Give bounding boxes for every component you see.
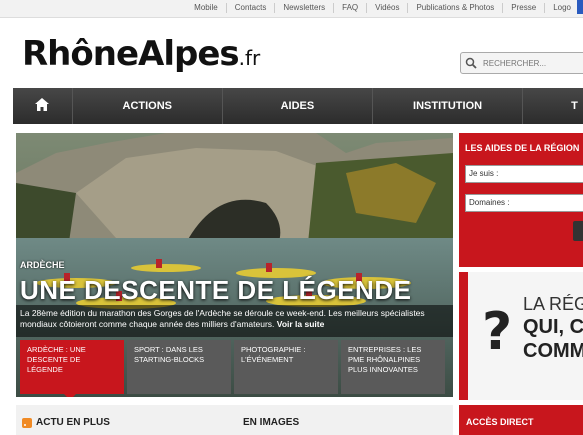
promo-line-3: COMM xyxy=(523,340,583,362)
nav-item-actions[interactable]: ACTIONS xyxy=(72,88,223,124)
promo-line-1: LA RÉG xyxy=(523,294,583,314)
rss-icon[interactable] xyxy=(22,417,32,428)
hero-tile-3[interactable]: PHOTOGRAPHIE : L'ÉVÉNEMENT xyxy=(234,340,338,394)
section-images: EN IMAGES xyxy=(243,417,299,428)
language-flag-icon[interactable] xyxy=(577,0,583,14)
site-logo[interactable]: RhôneAlpes.fr xyxy=(22,34,260,74)
utility-link-videos[interactable]: Vidéos xyxy=(366,3,407,13)
utility-link-newsletters[interactable]: Newsletters xyxy=(274,3,333,13)
utility-links: Mobile Contacts Newsletters FAQ Vidéos P… xyxy=(186,3,579,13)
main-nav: ACTIONS AIDES INSTITUTION T xyxy=(13,88,583,124)
hero-description: La 28ème édition du marathon des Gorges … xyxy=(16,305,453,337)
hero-tiles: ARDÈCHE : UNE DESCENTE DE LÉGENDE SPORT … xyxy=(20,340,448,397)
aides-panel: LES AIDES DE LA RÉGION Je suis : Domaine… xyxy=(459,133,583,267)
hero-tile-2[interactable]: SPORT : DANS LES STARTING-BLOCKS xyxy=(127,340,231,394)
utility-link-logo[interactable]: Logo xyxy=(544,3,579,13)
question-mark-icon: ? xyxy=(482,302,513,362)
nav-item-aides[interactable]: AIDES xyxy=(222,88,373,124)
hero-headline[interactable]: UNE DESCENTE DE LÉGENDE xyxy=(20,275,411,306)
hero-region: ARDÈCHE xyxy=(20,260,65,270)
utility-link-contacts[interactable]: Contacts xyxy=(225,3,275,13)
utility-link-publications[interactable]: Publications & Photos xyxy=(407,3,502,13)
promo-card: ? LA RÉG QUI, C COMM xyxy=(468,272,583,400)
hero-tile-1[interactable]: ARDÈCHE : UNE DESCENTE DE LÉGENDE xyxy=(20,340,124,397)
bottom-sections: ACTU EN PLUS EN IMAGES xyxy=(16,405,453,435)
nav-home[interactable] xyxy=(13,88,73,124)
aides-select-profile[interactable]: Je suis : xyxy=(465,165,583,183)
hero-read-more-link[interactable]: Voir la suite xyxy=(277,319,325,329)
acces-direct-title: ACCÈS DIRECT xyxy=(466,417,534,427)
search-box[interactable] xyxy=(460,52,583,74)
hero-slider[interactable]: ARDÈCHE UNE DESCENTE DE LÉGENDE La 28ème… xyxy=(16,133,453,397)
utility-link-presse[interactable]: Presse xyxy=(502,3,544,13)
section-images-title: EN IMAGES xyxy=(243,417,300,428)
search-icon[interactable] xyxy=(465,54,483,72)
utility-link-faq[interactable]: FAQ xyxy=(333,3,366,13)
nav-item-institution[interactable]: INSTITUTION xyxy=(372,88,524,124)
promo-banner[interactable]: ? LA RÉG QUI, C COMM xyxy=(459,272,583,400)
search-input[interactable] xyxy=(483,58,583,68)
home-icon xyxy=(35,98,50,114)
logo-tld-text: .fr xyxy=(238,46,261,70)
section-actu: ACTU EN PLUS xyxy=(22,417,110,428)
aides-submit-button[interactable] xyxy=(573,221,583,241)
logo-main-text: RhôneAlpes xyxy=(22,34,240,74)
promo-line-2: QUI, C xyxy=(523,316,583,338)
aides-select-domains[interactable]: Domaines : xyxy=(465,194,583,212)
site-header: RhôneAlpes.fr xyxy=(0,18,583,88)
acces-direct-panel: ACCÈS DIRECT xyxy=(459,405,583,435)
utility-link-mobile[interactable]: Mobile xyxy=(186,3,226,13)
section-actu-title: ACTU EN PLUS xyxy=(36,417,110,428)
nav-item-truncated[interactable]: T xyxy=(523,88,583,124)
aides-title: LES AIDES DE LA RÉGION xyxy=(465,143,580,153)
hero-description-text: La 28ème édition du marathon des Gorges … xyxy=(20,308,425,329)
utility-bar: Mobile Contacts Newsletters FAQ Vidéos P… xyxy=(0,0,583,18)
hero-tile-4[interactable]: ENTREPRISES : LES PME RHÔNALPINES PLUS I… xyxy=(341,340,445,394)
